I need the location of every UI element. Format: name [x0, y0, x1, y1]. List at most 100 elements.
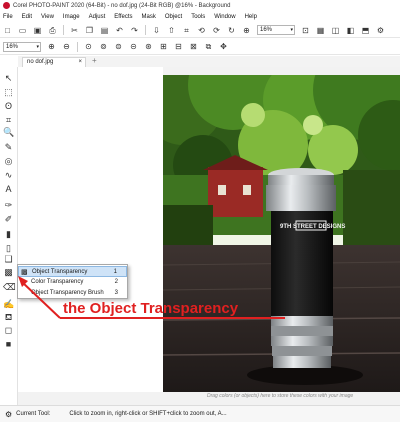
- color-drop-hint: Drag colors (or objects) here to store t…: [207, 393, 354, 399]
- red-eye-icon[interactable]: ◎: [3, 156, 14, 167]
- menu-file[interactable]: File: [3, 14, 13, 20]
- options-icon[interactable]: ⚙: [376, 26, 385, 35]
- standard-toolbar: □ ▭ ▣ ⎙ ✂ ❐ ▤ ↶ ↷ ⇩ ⇧ ⌗ ⟲ ⟳ ↻ ⊕ 16% ▾ ⊡ …: [0, 23, 400, 38]
- zoom-all-icon[interactable]: ⊟: [174, 42, 183, 51]
- menu-help[interactable]: Help: [245, 14, 257, 20]
- hand-icon[interactable]: ✥: [219, 42, 228, 51]
- property-bar: 16% ▾ ⊕ ⊖ ⊙ ⊚ ⊜ ⊝ ⊛ ⊞ ⊟ ⊠ ⧉ ✥: [0, 39, 400, 55]
- flyout-item-color-transparency[interactable]: Color Transparency 2: [18, 277, 127, 288]
- zoom-frame-icon[interactable]: ⧉: [204, 42, 213, 51]
- menu-mask[interactable]: Mask: [142, 14, 156, 20]
- fit-page-icon[interactable]: ⊡: [301, 26, 310, 35]
- add-tab-icon[interactable]: +: [92, 56, 97, 65]
- pick-tool-icon[interactable]: ↖: [3, 73, 14, 84]
- zoom-fit-icon[interactable]: ⊚: [99, 42, 108, 51]
- document-tab-bar: no dof.jpg × +: [18, 56, 400, 67]
- gear-icon[interactable]: ⚙: [5, 410, 12, 419]
- export-icon[interactable]: ⇧: [167, 26, 176, 35]
- document-tab-label: no dof.jpg: [27, 59, 54, 65]
- annotation-label: the Object Transparency: [63, 300, 239, 317]
- rotate-left-icon[interactable]: ⟲: [197, 26, 206, 35]
- product-logo-text: 9TH STREET DESIGNS: [280, 224, 345, 230]
- zoom-out-icon[interactable]: ⊖: [62, 42, 71, 51]
- menu-object[interactable]: Object: [165, 14, 182, 20]
- zoom-screen-icon[interactable]: ⊞: [159, 42, 168, 51]
- clone-tool-icon[interactable]: ❑: [3, 254, 14, 265]
- launch-icon[interactable]: ⬒: [361, 26, 370, 35]
- shape-tool-icon[interactable]: ▯: [3, 243, 14, 254]
- rotate-right-icon[interactable]: ⟳: [212, 26, 221, 35]
- save-icon[interactable]: ▣: [33, 26, 42, 35]
- outline-tool-icon[interactable]: ◻: [3, 325, 14, 336]
- rectangle-mask-icon[interactable]: ⬚: [3, 87, 14, 98]
- chevron-down-icon: ▾: [36, 43, 39, 50]
- mask-icon[interactable]: ◫: [331, 26, 340, 35]
- transparency-flyout-menu: ▩ Object Transparency 1 Color Transparen…: [17, 264, 128, 299]
- eyedropper-icon[interactable]: ✎: [3, 142, 14, 153]
- zoom-in-icon[interactable]: ⊕: [242, 26, 251, 35]
- status-bar: ⚙ Current Tool: Click to zoom in, right-…: [0, 405, 400, 422]
- smear-icon[interactable]: ∿: [3, 170, 14, 181]
- crop-icon[interactable]: ⌗: [182, 26, 191, 35]
- redo-icon[interactable]: ↷: [130, 26, 139, 35]
- import-icon[interactable]: ⇩: [152, 26, 161, 35]
- copy-icon[interactable]: ❐: [85, 26, 94, 35]
- zoom-height-icon[interactable]: ⊝: [129, 42, 138, 51]
- menu-window[interactable]: Window: [214, 14, 235, 20]
- lasso-mask-icon[interactable]: ʘ: [3, 101, 14, 112]
- canvas-area[interactable]: [18, 67, 163, 392]
- brush-tool-icon[interactable]: ✐: [3, 214, 14, 225]
- flyout-item-object-transparency-brush[interactable]: Object Transparency Brush 3: [18, 288, 127, 299]
- zoom-canvas-icon[interactable]: ⊠: [189, 42, 198, 51]
- fill-bucket-icon[interactable]: ⛾: [3, 312, 14, 323]
- status-hint: Click to zoom in, right-click or SHIFT+c…: [69, 411, 227, 417]
- crop-tool-icon[interactable]: ⌗: [3, 115, 14, 126]
- flyout-item-object-transparency[interactable]: ▩ Object Transparency 1: [18, 266, 127, 277]
- zoom-level-combo[interactable]: 16% ▾: [257, 25, 295, 35]
- undo-icon[interactable]: ↶: [115, 26, 124, 35]
- grid-icon[interactable]: ▦: [316, 26, 325, 35]
- zoom-level-value: 16%: [260, 27, 273, 33]
- text-tool-icon[interactable]: A: [3, 184, 14, 195]
- app-logo-icon: [3, 2, 10, 9]
- zoom-tool-icon[interactable]: 🔍: [3, 127, 14, 138]
- object-icon[interactable]: ◧: [346, 26, 355, 35]
- menu-adjust[interactable]: Adjust: [89, 14, 106, 20]
- title-bar: Corel PHOTO-PAINT 2020 (64-Bit) - no dof…: [0, 0, 400, 11]
- menu-edit[interactable]: Edit: [22, 14, 32, 20]
- zoom-100-icon[interactable]: ⊙: [84, 42, 93, 51]
- fill-tool-icon[interactable]: ▮: [3, 229, 14, 240]
- zoom-in-icon[interactable]: ⊕: [47, 42, 56, 51]
- document-tab[interactable]: no dof.jpg ×: [22, 57, 86, 67]
- paint-icon[interactable]: ✍: [3, 299, 14, 310]
- rotate-icon[interactable]: ↻: [227, 26, 236, 35]
- toolbar-divider: [145, 25, 146, 35]
- menu-view[interactable]: View: [41, 14, 54, 20]
- close-icon[interactable]: ×: [78, 58, 82, 67]
- transparency-tool-icon[interactable]: ▩: [3, 267, 14, 278]
- chevron-down-icon: ▾: [290, 27, 293, 33]
- print-icon[interactable]: ⎙: [48, 26, 57, 35]
- color-swatch-icon[interactable]: ■: [3, 339, 14, 350]
- transparency-icon: ▩: [21, 269, 28, 276]
- zoom-width-icon[interactable]: ⊜: [114, 42, 123, 51]
- photo-canvas[interactable]: 9TH STREET DESIGNS: [163, 75, 400, 392]
- current-tool-label: Current Tool:: [16, 411, 51, 417]
- menu-bar: File Edit View Image Adjust Effects Mask…: [0, 11, 400, 22]
- pen-tool-icon[interactable]: ✑: [3, 200, 14, 211]
- toolbox: ↖ ⬚ ʘ ⌗ 🔍 ✎ ◎ ∿ A ✑ ✐ ▮ ▯ ❑ ▩ ⌫ ✍ ⛾ ◻ ■: [0, 67, 18, 405]
- new-file-icon[interactable]: □: [3, 26, 12, 35]
- property-zoom-combo[interactable]: 16% ▾: [3, 41, 41, 52]
- eraser-icon[interactable]: ⌫: [3, 282, 16, 293]
- toolbar-divider: [77, 41, 78, 52]
- menu-tools[interactable]: Tools: [191, 14, 205, 20]
- property-zoom-value: 16%: [6, 43, 19, 50]
- paste-icon[interactable]: ▤: [100, 26, 109, 35]
- menu-effects[interactable]: Effects: [114, 14, 132, 20]
- open-folder-icon[interactable]: ▭: [18, 26, 27, 35]
- zoom-selection-icon[interactable]: ⊛: [144, 42, 153, 51]
- toolbar-divider: [63, 25, 64, 35]
- photo-image: 9TH STREET DESIGNS: [163, 75, 400, 392]
- menu-image[interactable]: Image: [63, 14, 80, 20]
- cut-icon[interactable]: ✂: [70, 26, 79, 35]
